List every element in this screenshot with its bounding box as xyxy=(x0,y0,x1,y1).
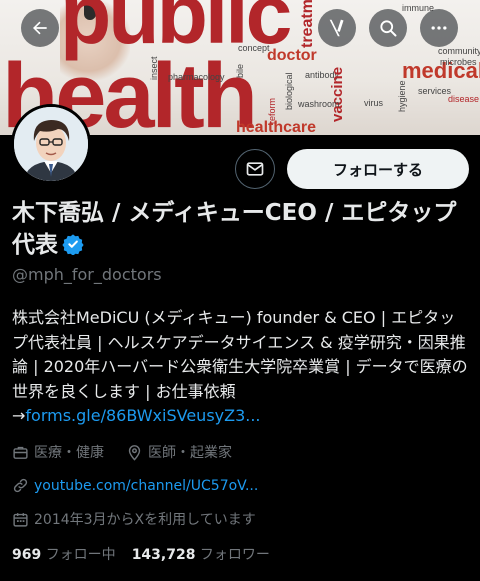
profile-location: 医師・起業家 xyxy=(148,445,232,461)
banner-small-word: pharmacology xyxy=(168,72,225,82)
link-icon xyxy=(12,477,29,494)
handle: @mph_for_doctors xyxy=(12,265,162,284)
banner-small-word: treatment xyxy=(299,0,316,48)
search-icon xyxy=(380,20,397,37)
follow-button[interactable]: フォローする xyxy=(287,149,469,189)
calendar-icon xyxy=(12,511,29,528)
follow-counts: 969 フォロー中 143,728 フォロワー xyxy=(12,544,270,564)
arrow-left-icon xyxy=(33,21,47,35)
banner-small-word: biological xyxy=(284,72,294,110)
banner-small-word: concept xyxy=(238,43,270,53)
grok-icon xyxy=(329,19,344,37)
more-button[interactable] xyxy=(420,9,458,47)
avatar[interactable] xyxy=(11,104,91,184)
location-pin-icon xyxy=(126,444,143,461)
following-count: 969 xyxy=(12,547,42,563)
following-link[interactable]: 969 フォロー中 xyxy=(12,547,116,563)
back-button[interactable] xyxy=(21,9,59,47)
profile-joined-row: 2014年3月からXを利用しています xyxy=(12,509,256,529)
banner-small-word: insect xyxy=(149,56,159,80)
bio: 株式会社MeDiCU (メディキュー) founder & CEO | エピタッ… xyxy=(12,306,470,429)
banner-small-word: vaccine xyxy=(329,66,346,122)
profile-website-link[interactable]: youtube.com/channel/UC57oV... xyxy=(34,478,258,494)
followers-count: 143,728 xyxy=(131,547,196,563)
display-name-row: 木下喬弘 / メディキューCEO / エピタップ代表 xyxy=(12,197,468,264)
banner-small-word: community xyxy=(438,46,480,56)
banner-small-word: washroom xyxy=(298,99,340,109)
banner-small-word: services xyxy=(418,86,452,96)
following-label: フォロー中 xyxy=(45,547,116,563)
search-button[interactable] xyxy=(369,9,407,47)
envelope-icon xyxy=(246,162,264,176)
banner-small-word: hygiene xyxy=(397,80,407,112)
message-button[interactable] xyxy=(235,149,275,189)
more-icon xyxy=(431,26,447,30)
profile-meta-row: 医療・健康 医師・起業家 xyxy=(12,442,232,462)
verified-badge-icon[interactable] xyxy=(62,232,84,264)
banner-small-word: bile xyxy=(235,63,245,78)
banner-small-word: microbes xyxy=(440,57,477,67)
profile-category: 医療・健康 xyxy=(34,445,104,461)
avatar-illustration xyxy=(14,107,88,181)
bio-link[interactable]: forms.gle/86BWxiSVeusyZ3... xyxy=(25,406,260,425)
briefcase-icon xyxy=(12,444,29,461)
followers-label: フォロワー xyxy=(199,547,270,563)
profile-website-row: youtube.com/channel/UC57oV... xyxy=(12,477,258,494)
profile-joined: 2014年3月からXを利用しています xyxy=(34,512,256,528)
banner-small-word: reform xyxy=(267,97,277,124)
banner-small-word: disease xyxy=(448,94,480,104)
banner-small-word: virus xyxy=(364,98,384,108)
grok-button[interactable] xyxy=(318,9,356,47)
followers-link[interactable]: 143,728 フォロワー xyxy=(132,547,270,563)
banner-word-doctor: doctor xyxy=(267,47,317,64)
